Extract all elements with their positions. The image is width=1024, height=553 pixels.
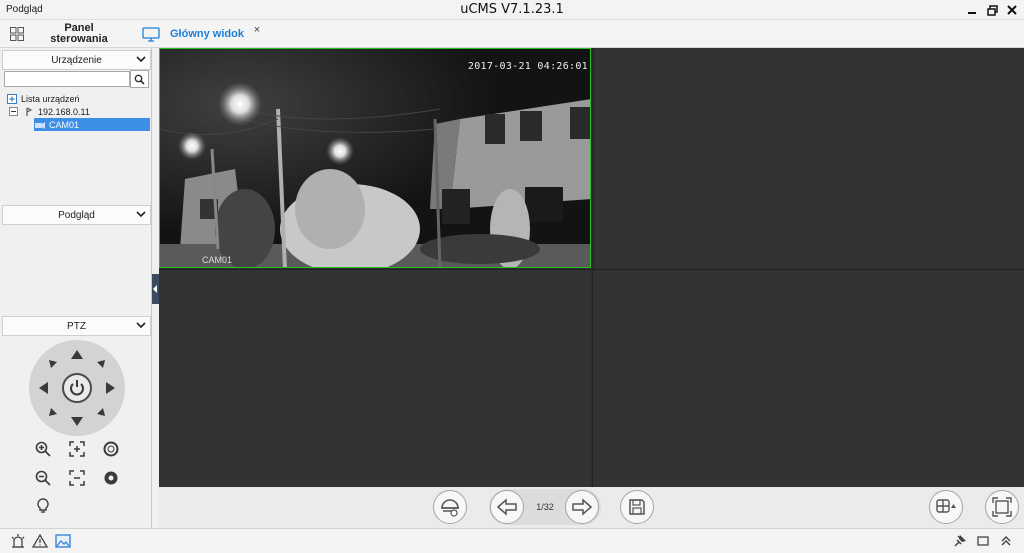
collapse-toggle-icon[interactable] xyxy=(8,106,19,117)
ptz-down-right-arrow xyxy=(97,408,105,416)
light-button[interactable] xyxy=(34,497,52,515)
tree-item-label: Lista urządzeń xyxy=(21,93,80,104)
video-cell-4[interactable] xyxy=(592,269,1024,487)
tab-main-view-label: Główny widok xyxy=(170,28,244,40)
ptz-section-title: PTZ xyxy=(67,320,86,332)
camera-name-overlay: CAM01 xyxy=(202,255,233,265)
preview-section-title: Podgląd xyxy=(58,209,95,221)
refresh-icon xyxy=(70,380,84,396)
chevron-down-icon xyxy=(136,56,146,63)
aperture-close-icon xyxy=(104,471,118,485)
arrow-left-icon xyxy=(496,498,517,516)
camera-timestamp: 2017-03-21 04:26:01 xyxy=(467,61,588,72)
fullscreen-icon xyxy=(992,497,1012,517)
bottom-toolbar: 1/32 xyxy=(159,487,1024,528)
camera-icon xyxy=(34,119,45,130)
previous-page-button[interactable] xyxy=(490,490,524,524)
sidebar: Urządzenie Lista urządzeń 192.168.0.11 C… xyxy=(0,48,152,528)
device-section-header[interactable]: Urządzenie xyxy=(2,50,151,70)
ptz-section-header[interactable]: PTZ xyxy=(2,316,151,336)
aperture-open-icon xyxy=(103,441,119,457)
ucms-window: Podgląd uCMS V7.1.23.1 Panel sterowania xyxy=(0,0,1024,553)
focus-plus-icon xyxy=(69,441,85,457)
tree-item-device-list[interactable]: Lista urządzeń xyxy=(6,92,152,105)
camera-feed-image xyxy=(160,49,590,267)
tab-control-panel[interactable]: Panel sterowania xyxy=(10,23,150,45)
status-bar xyxy=(0,528,1024,553)
zoom-out-icon xyxy=(35,470,51,486)
alarm-icon[interactable] xyxy=(10,533,26,549)
tab-bar: Panel sterowania Główny widok × xyxy=(0,20,1024,48)
camera-dome-icon xyxy=(441,499,459,517)
zoom-in-button[interactable] xyxy=(34,440,52,458)
device-section-title: Urządzenie xyxy=(51,54,102,66)
search-icon xyxy=(134,74,145,85)
close-icon xyxy=(1007,5,1017,15)
title-bar: Podgląd uCMS V7.1.23.1 xyxy=(0,0,1024,20)
ptz-up-arrow xyxy=(71,350,83,359)
tab-close-button[interactable]: × xyxy=(252,24,262,36)
minimize-icon xyxy=(968,12,976,14)
tab-main-view[interactable]: Główny widok xyxy=(142,23,244,45)
sidebar-collapse-handle[interactable] xyxy=(152,274,159,304)
zoom-in-icon xyxy=(35,441,51,457)
device-search-input[interactable] xyxy=(4,71,130,87)
focus-minus-icon xyxy=(69,470,85,486)
layout-split-button[interactable] xyxy=(929,490,963,524)
arrow-right-icon xyxy=(572,498,593,516)
focus-far-button[interactable] xyxy=(68,469,86,487)
window-title: uCMS V7.1.23.1 xyxy=(460,2,564,17)
chevron-down-icon xyxy=(136,322,146,329)
ptz-left-arrow xyxy=(39,382,48,394)
image-icon[interactable] xyxy=(55,533,71,549)
video-grid: 2017-03-21 04:26:01 CAM01 xyxy=(159,48,1024,487)
close-window-button[interactable] xyxy=(1004,2,1020,18)
preview-section-header[interactable]: Podgląd xyxy=(2,205,151,225)
window-controls xyxy=(964,2,1020,18)
zoom-out-button[interactable] xyxy=(34,469,52,487)
next-page-button[interactable] xyxy=(565,490,599,524)
save-icon xyxy=(629,499,645,515)
ptz-right-arrow xyxy=(106,382,115,394)
video-cell-1[interactable]: 2017-03-21 04:26:01 CAM01 xyxy=(159,48,591,268)
tree-item-camera[interactable]: CAM01 xyxy=(34,118,150,131)
warning-icon[interactable] xyxy=(32,533,48,549)
minimize-button[interactable] xyxy=(964,2,980,18)
iris-open-button[interactable] xyxy=(102,440,120,458)
ptz-up-right-arrow xyxy=(97,360,105,368)
device-tree: Lista urządzeń 192.168.0.11 CAM01 xyxy=(6,92,152,131)
fullscreen-button[interactable] xyxy=(985,490,1019,524)
video-cell-3[interactable] xyxy=(159,269,591,487)
pin-icon[interactable] xyxy=(952,533,968,549)
record-all-button[interactable] xyxy=(433,490,467,524)
tree-item-label: CAM01 xyxy=(49,119,80,130)
ptz-direction-pad xyxy=(29,340,125,436)
lightbulb-icon xyxy=(37,498,49,513)
restore-icon xyxy=(986,4,998,16)
iris-close-button[interactable] xyxy=(102,469,120,487)
tree-item-dvr[interactable]: 192.168.0.11 xyxy=(8,105,152,118)
focus-near-button[interactable] xyxy=(68,440,86,458)
video-cell-2[interactable] xyxy=(593,48,1024,268)
ptz-down-left-arrow xyxy=(49,408,57,416)
layout-grid-icon xyxy=(936,499,956,513)
restore-button[interactable] xyxy=(984,2,1000,18)
device-list-icon xyxy=(6,93,17,104)
grid-icon xyxy=(10,27,24,41)
ptz-down-arrow xyxy=(71,417,83,426)
search-button[interactable] xyxy=(130,70,149,88)
dvr-icon xyxy=(23,106,34,117)
monitor-icon xyxy=(142,26,160,42)
save-button[interactable] xyxy=(620,490,654,524)
ptz-auto-button[interactable] xyxy=(62,373,92,403)
window-mode-icon[interactable] xyxy=(975,533,991,549)
tree-item-label: 192.168.0.11 xyxy=(38,106,90,117)
chevron-down-icon xyxy=(136,211,146,218)
tab-control-panel-label: Panel sterowania xyxy=(50,22,108,45)
chevron-up-icon[interactable] xyxy=(998,533,1014,549)
page-indicator: 1/32 xyxy=(536,502,554,512)
ptz-up-left-arrow xyxy=(49,360,57,368)
